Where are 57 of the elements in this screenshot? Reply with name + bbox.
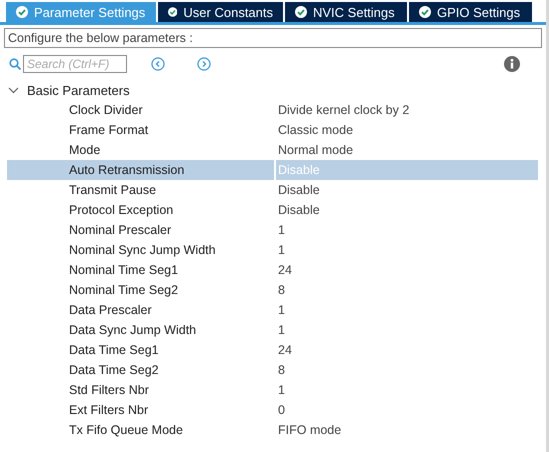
parameter-value: 24 — [277, 262, 293, 279]
parameter-row[interactable]: Data Time Seg2 8 — [7, 360, 538, 380]
parameter-row[interactable]: Nominal Time Seg1 24 — [7, 260, 538, 280]
parameter-value: 1 — [277, 222, 286, 239]
parameter-name: Mode — [68, 143, 102, 157]
parameter-value: Classic mode — [277, 122, 354, 139]
parameter-row[interactable]: Mode Normal mode — [7, 140, 538, 160]
parameter-value: 8 — [277, 282, 286, 299]
parameter-value: 1 — [277, 322, 286, 339]
parameter-name: Data Sync Jump Width — [68, 323, 198, 337]
parameter-row[interactable]: Protocol Exception Disable — [7, 200, 538, 220]
parameter-row[interactable]: Nominal Time Seg2 8 — [7, 280, 538, 300]
parameter-row[interactable]: Tx Fifo Queue Mode FIFO mode — [7, 420, 538, 440]
tab[interactable]: NVIC Settings — [285, 2, 407, 22]
parameter-row[interactable]: Ext Filters Nbr 0 — [7, 400, 538, 420]
parameter-name: Nominal Time Seg1 — [68, 263, 180, 277]
parameter-value: 0 — [277, 402, 286, 419]
parameter-value: Disable — [274, 160, 538, 180]
parameter-value: 1 — [277, 242, 286, 259]
parameter-name: Frame Format — [68, 123, 150, 137]
search-field[interactable]: Search (Ctrl+F) — [23, 55, 127, 73]
parameter-name: Nominal Time Seg2 — [68, 283, 180, 297]
parameter-value: Disable — [277, 202, 321, 219]
parameter-name: Data Time Seg1 — [68, 343, 160, 357]
parameter-name: Nominal Sync Jump Width — [68, 243, 217, 257]
parameter-row[interactable]: Auto Retransmission Disable — [7, 160, 538, 180]
parameter-value: 8 — [277, 362, 286, 379]
parameter-value: Normal mode — [277, 142, 354, 159]
group-label[interactable]: Basic Parameters — [27, 82, 130, 98]
parameter-value: Divide kernel clock by 2 — [277, 102, 410, 119]
parameter-value: 24 — [277, 342, 293, 359]
parameter-row[interactable]: Frame Format Classic mode — [7, 120, 538, 140]
parameter-name: Protocol Exception — [68, 203, 174, 217]
parameter-row[interactable]: Nominal Prescaler 1 — [7, 220, 538, 240]
parameter-row[interactable]: Std Filters Nbr 1 — [7, 380, 538, 400]
parameter-row[interactable]: Data Time Seg1 24 — [7, 340, 538, 360]
parameter-row[interactable]: Clock Divider Divide kernel clock by 2 — [7, 100, 538, 120]
parameter-name: Data Prescaler — [68, 303, 153, 317]
parameter-name: Nominal Prescaler — [68, 223, 172, 237]
parameter-row[interactable]: Data Prescaler 1 — [7, 300, 538, 320]
parameter-name: Transmit Pause — [68, 183, 158, 197]
parameter-value: FIFO mode — [277, 422, 342, 439]
parameter-value: 1 — [277, 382, 286, 399]
parameter-value: 1 — [277, 302, 286, 319]
parameter-name: Std Filters Nbr — [68, 383, 150, 397]
parameter-row[interactable]: Nominal Sync Jump Width 1 — [7, 240, 538, 260]
parameter-name: Ext Filters Nbr — [68, 403, 150, 417]
parameter-name: Auto Retransmission — [68, 163, 186, 177]
parameter-value: Disable — [277, 182, 321, 199]
tab[interactable]: User Constants — [158, 2, 283, 22]
tab[interactable]: GPIO Settings — [409, 2, 532, 22]
parameter-name: Tx Fifo Queue Mode — [68, 423, 184, 437]
parameter-name: Data Time Seg2 — [68, 363, 160, 377]
description-text: Configure the below parameters : — [4, 28, 542, 48]
parameter-name: Clock Divider — [68, 103, 144, 117]
parameter-row[interactable]: Data Sync Jump Width 1 — [7, 320, 538, 340]
parameter-row[interactable]: Transmit Pause Disable — [7, 180, 538, 200]
